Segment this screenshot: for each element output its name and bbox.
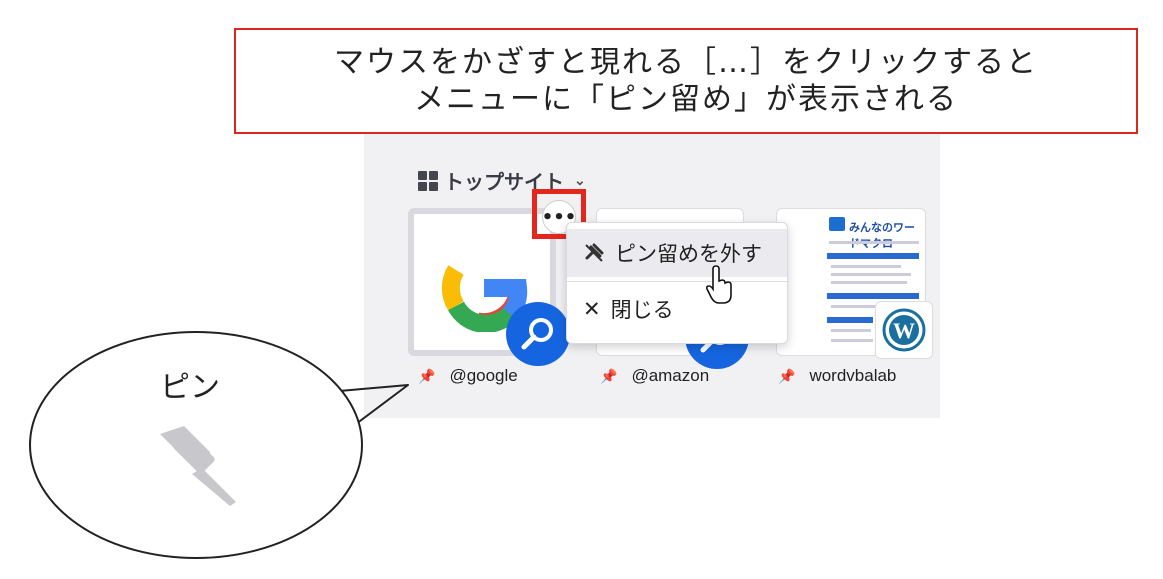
pin-icon (160, 426, 236, 506)
bubble-label: ピン (160, 370, 220, 405)
